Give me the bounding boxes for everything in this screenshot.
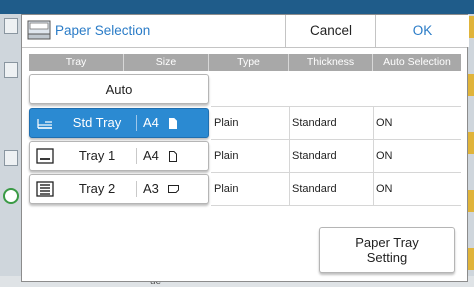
tray-button-std-tray[interactable]: Std Tray A4	[29, 108, 209, 138]
column-header-tray: Tray	[29, 54, 124, 71]
tray-size: A3	[143, 181, 159, 196]
cell-thickness: Standard	[292, 183, 337, 195]
tray-button-divider	[136, 115, 137, 131]
column-header-size: Size	[124, 54, 209, 71]
dialog-title: Paper Selection	[55, 23, 151, 38]
tray-button-divider	[136, 181, 137, 197]
cell-thickness: Standard	[292, 150, 337, 162]
background-app-header	[0, 0, 474, 14]
cell-auto-selection: ON	[376, 117, 393, 129]
tray-size: A4	[143, 148, 159, 163]
column-header-type: Type	[209, 54, 289, 71]
column-divider	[289, 106, 290, 205]
cell-thickness: Standard	[292, 117, 337, 129]
background-document-icon	[4, 150, 18, 166]
tray-button-tray-1[interactable]: Tray 1 A4	[29, 141, 209, 171]
cell-auto-selection: ON	[376, 150, 393, 162]
cell-type: Plain	[214, 183, 239, 195]
tray1-icon	[36, 148, 54, 164]
cell-type: Plain	[214, 150, 239, 162]
tray-name: Tray 1	[78, 148, 116, 163]
background-document-icon	[4, 18, 18, 34]
tray-size: A4	[143, 115, 159, 130]
tray-button-divider	[136, 148, 137, 164]
row-divider	[211, 205, 461, 206]
paper-tray-icon	[27, 20, 51, 40]
cancel-button[interactable]: Cancel	[285, 15, 376, 47]
landscape-paper-icon	[168, 185, 179, 193]
row-divider	[211, 172, 461, 173]
dialog-titlebar: Paper Selection Cancel OK	[22, 15, 469, 47]
tray2-icon	[36, 181, 54, 197]
tray-name: Std Tray	[72, 115, 122, 130]
cell-type: Plain	[214, 117, 239, 129]
column-header-auto-selection: Auto Selection	[383, 56, 451, 68]
portrait-paper-icon	[169, 151, 177, 162]
background-document-icon	[4, 62, 18, 78]
cell-auto-selection: ON	[376, 183, 393, 195]
column-header-thickness: Thickness	[289, 54, 373, 71]
row-divider	[211, 106, 461, 107]
ok-button[interactable]: OK	[375, 15, 469, 47]
std-tray-icon	[37, 119, 52, 129]
auto-button[interactable]: Auto	[29, 74, 209, 104]
background-check-icon	[3, 188, 19, 204]
paper-selection-dialog: Paper Selection Cancel OK Tray Size Type…	[21, 14, 469, 282]
tray-button-tray-2[interactable]: Tray 2 A3	[29, 174, 209, 204]
portrait-paper-icon	[169, 118, 177, 129]
tray-name: Tray 2	[78, 181, 116, 196]
background-app-left-panel	[0, 14, 22, 287]
column-divider	[373, 106, 374, 205]
paper-tray-setting-button[interactable]: Paper Tray Setting	[319, 227, 455, 273]
table-header: Tray Size Type Thickness Auto Selection	[29, 54, 461, 71]
titlebar-divider	[22, 47, 467, 48]
row-divider	[211, 139, 461, 140]
